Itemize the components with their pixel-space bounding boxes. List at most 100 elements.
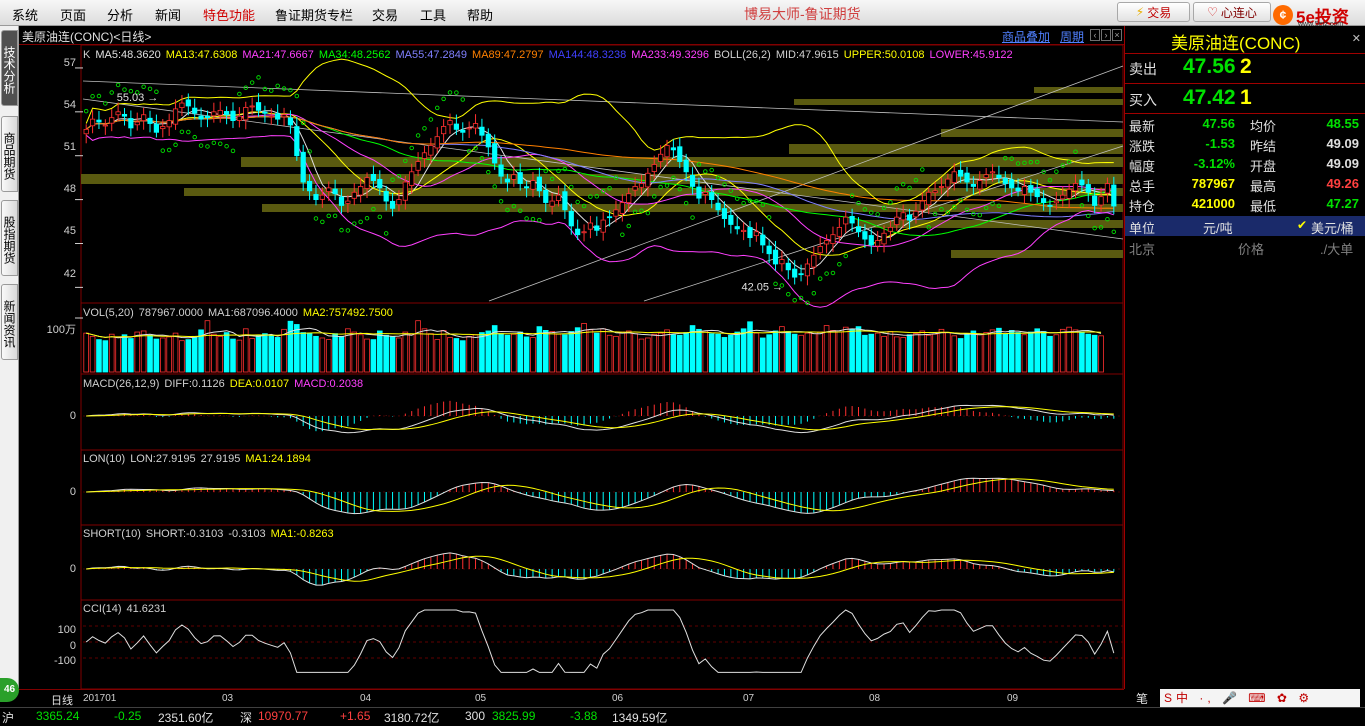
volume-bar — [1047, 335, 1053, 373]
tab-commodity-futures[interactable]: 商品期货 — [1, 116, 18, 192]
sar-dot — [875, 212, 880, 217]
candle-body — [568, 210, 574, 227]
candle-body — [638, 183, 645, 188]
menu-trade[interactable]: 交易 — [372, 5, 398, 24]
indicator-value: CCI(14) — [83, 603, 122, 615]
menu-analysis[interactable]: 分析 — [107, 5, 133, 24]
volume-bar — [485, 330, 492, 373]
candle-body — [102, 124, 108, 127]
candle-body — [447, 120, 453, 126]
candle-body — [466, 127, 472, 130]
volume-bar — [613, 335, 619, 373]
candle-body — [109, 117, 115, 124]
volume-bar — [849, 328, 855, 373]
volume-bar — [919, 330, 926, 373]
indicator-value: MA2:757492.7500 — [302, 307, 393, 319]
connection-badge[interactable]: 46 — [0, 678, 19, 702]
volume-bar — [676, 334, 683, 373]
unit-value[interactable]: 元/吨 — [1203, 218, 1233, 237]
quote-label: 最高 — [1250, 179, 1277, 194]
volume-bar — [530, 337, 536, 373]
candle-body — [836, 226, 842, 237]
menu-special[interactable]: 特色功能 — [203, 5, 255, 24]
menu-tools[interactable]: 工具 — [420, 5, 446, 24]
candle-body — [862, 231, 868, 240]
indicator-value: MACD:0.2038 — [294, 378, 364, 390]
sar-dot — [709, 167, 714, 173]
volume-bar — [159, 337, 166, 373]
volume-bar — [913, 333, 919, 373]
unit-row: 单位 元/吨 ✔ 美元/桶 — [1125, 216, 1365, 236]
sar-dot — [313, 216, 319, 221]
quote-close-icon[interactable]: ✕ — [1352, 32, 1361, 45]
chart-area[interactable]: 55.03 → 42.05 → — [19, 26, 1124, 690]
divider — [1125, 83, 1365, 84]
volume-bar — [134, 331, 141, 373]
volume-bar — [415, 320, 421, 373]
volume-bar — [319, 337, 326, 373]
volume-bar — [1028, 331, 1034, 373]
volume-bar — [779, 326, 785, 373]
xinlian-button[interactable]: ♡ 心连心 — [1193, 2, 1271, 22]
candle-body — [211, 111, 217, 117]
quote-label: 均价 — [1250, 119, 1277, 134]
status-item: 深 — [240, 711, 253, 725]
candle-body — [121, 113, 128, 117]
candle-body — [249, 105, 255, 108]
status-item: -0.25 — [114, 709, 142, 723]
candle-body — [147, 117, 153, 124]
trade-button[interactable]: ⚡ 交易 — [1117, 2, 1190, 22]
lightning-icon: ⚡ — [1135, 5, 1145, 19]
candle-body — [338, 196, 345, 206]
sar-dot — [198, 143, 204, 148]
tab-index-futures[interactable]: 股指期货 — [1, 200, 18, 276]
tab-technical-analysis[interactable]: 技术分析▶ — [0, 30, 18, 106]
status-item: 3825.99 — [492, 709, 536, 723]
volume-bar — [804, 332, 811, 373]
volume-profile-zone — [789, 144, 1123, 154]
volume-bar — [1008, 330, 1015, 373]
tab-daily[interactable]: 日线 — [51, 692, 73, 708]
status-item: 300 — [465, 709, 486, 723]
volume-profile-zone — [941, 129, 1123, 137]
candle-body — [753, 231, 759, 237]
menu-luzheng-column[interactable]: 鲁证期货专栏 — [275, 5, 353, 24]
menu-news[interactable]: 新闻 — [155, 5, 181, 24]
input-method-icon[interactable]: S中 ·, 🎤 ⌨ ✿ ⚙ — [1160, 689, 1360, 707]
menu-page[interactable]: 页面 — [60, 5, 86, 24]
candle-body — [900, 212, 906, 221]
sar-dot — [837, 261, 842, 267]
unit-alt[interactable]: 美元/桶 — [1311, 218, 1354, 237]
candle-body — [1009, 179, 1015, 189]
volume-bar — [517, 331, 524, 373]
heart-icon: ♡ — [1207, 5, 1218, 19]
tick-detail-tab[interactable]: 笔 — [1136, 690, 1148, 707]
candle-body — [779, 259, 785, 265]
volume-bar — [204, 320, 211, 373]
sar-dot — [345, 228, 351, 233]
menu-system[interactable]: 系统 — [12, 5, 38, 24]
volume-bar — [1040, 331, 1047, 373]
volume-bar — [1079, 331, 1085, 373]
candle-body — [230, 110, 236, 122]
sell-price: 47.56 — [1183, 55, 1236, 78]
volume-bar — [817, 331, 823, 373]
candle-body — [204, 115, 211, 119]
price-tick: 51 — [63, 141, 76, 153]
volume-bar — [836, 331, 843, 373]
sar-dot — [824, 271, 829, 276]
candle-body — [651, 164, 657, 172]
menu-help[interactable]: 帮助 — [467, 5, 493, 24]
status-bar: 沪 3365.24 -0.25 2351.60亿 深 10970.77 +1.65 3180.… — [0, 707, 1365, 725]
tab-news[interactable]: 新闻资讯 — [1, 284, 18, 360]
sell-label: 卖出 — [1129, 61, 1157, 77]
volume-bar — [976, 334, 983, 373]
status-item: 10970.77 — [258, 709, 309, 723]
volume-bar — [108, 333, 115, 373]
check-icon: ✔ — [1297, 218, 1308, 232]
volume-bar — [140, 330, 147, 373]
lon-ma-line — [86, 478, 1114, 512]
volume-bar — [466, 335, 472, 373]
candle-body — [926, 191, 932, 206]
volume-bar — [83, 332, 89, 373]
